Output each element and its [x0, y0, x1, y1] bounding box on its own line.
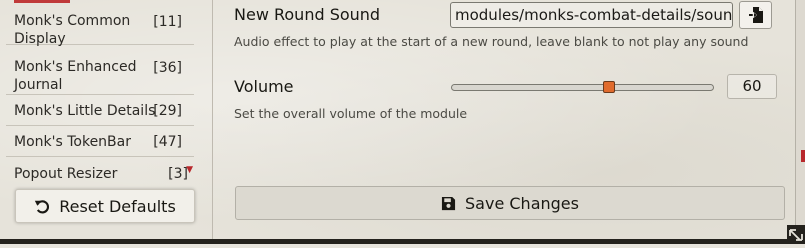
module-item-little-details[interactable]: Monk's Little Details [29]	[6, 95, 194, 126]
save-changes-label: Save Changes	[465, 193, 579, 213]
volume-value-display: 60	[727, 74, 777, 99]
file-picker-button[interactable]	[739, 1, 772, 29]
module-item-enhanced-journal[interactable]: Monk's Enhanced Journal [36]	[6, 45, 194, 95]
module-name: Monk's TokenBar	[14, 134, 131, 150]
module-count: [3]	[168, 166, 188, 182]
save-changes-button[interactable]: Save Changes	[235, 186, 785, 220]
volume-slider-track[interactable]	[451, 84, 714, 91]
module-list[interactable]: Monk's Common Display [11] Monk's Enhanc…	[6, 0, 194, 188]
module-name: Monk's Enhanced Journal	[14, 59, 137, 93]
window-right-edge	[795, 0, 805, 244]
volume-hint: Set the overall volume of the module	[234, 106, 468, 121]
module-count: [29]	[153, 103, 182, 119]
module-settings-window: Monk's Common Display [11] Monk's Enhanc…	[0, 0, 805, 244]
module-name: Monk's Common Display	[14, 13, 131, 47]
module-count: [36]	[153, 60, 182, 76]
module-item-popout-resizer[interactable]: Popout Resizer [3] ▼	[6, 157, 194, 188]
module-count: [47]	[153, 134, 182, 150]
volume-label: Volume	[234, 77, 294, 96]
undo-icon	[35, 199, 50, 213]
module-item-common-display[interactable]: Monk's Common Display [11]	[6, 0, 194, 47]
module-count: [11]	[153, 14, 182, 30]
reset-defaults-label: Reset Defaults	[59, 196, 176, 216]
module-sidebar: Monk's Common Display [11] Monk's Enhanc…	[0, 0, 213, 244]
section-divider	[234, 151, 784, 152]
caret-down-icon[interactable]: ▼	[186, 161, 193, 179]
volume-slider-thumb[interactable]	[602, 81, 615, 93]
window-bottom-edge	[0, 239, 805, 244]
scroll-indicator[interactable]	[801, 150, 805, 162]
file-import-icon	[748, 7, 763, 23]
module-name: Monk's Little Details	[14, 103, 156, 119]
new-round-sound-hint: Audio effect to play at the start of a n…	[234, 34, 749, 49]
new-round-sound-input[interactable]: modules/monks-combat-details/sounds/	[450, 2, 733, 28]
new-round-sound-label: New Round Sound	[234, 5, 381, 24]
module-name: Popout Resizer	[14, 166, 118, 182]
floppy-disk-icon	[441, 196, 456, 210]
reset-defaults-button[interactable]: Reset Defaults	[15, 189, 195, 223]
resize-handle-icon[interactable]	[787, 225, 805, 244]
module-item-tokenbar[interactable]: Monk's TokenBar [47]	[6, 126, 194, 157]
